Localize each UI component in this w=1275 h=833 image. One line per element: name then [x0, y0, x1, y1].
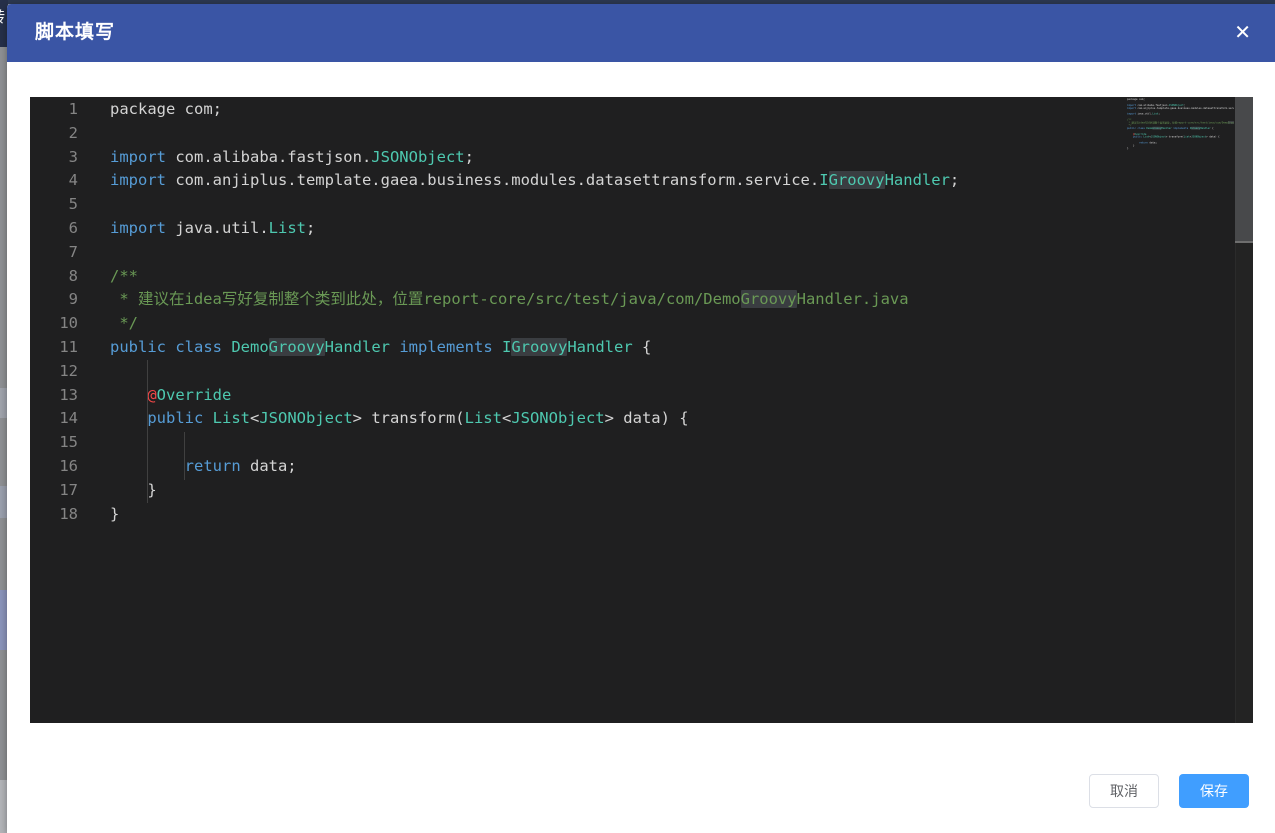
- line-number: 11: [30, 336, 78, 360]
- code-line-text: public class DemoGroovyHandler implement…: [110, 336, 651, 360]
- minimap-line: * 建议在idea写好复制整个类到此处，位置report-core/src/te…: [1127, 121, 1234, 124]
- line-number: 1: [30, 98, 78, 122]
- minimap-content: package com;import com.alibaba.fastjson.…: [1127, 98, 1234, 150]
- code-line-text: */: [110, 312, 138, 336]
- line-number: 6: [30, 217, 78, 241]
- code-line-text: @Override: [110, 384, 231, 408]
- code-line: 10 */: [30, 312, 1233, 336]
- code-line-text: package com;: [1127, 98, 1145, 101]
- minimap-line: public List<JSONObject> transform(List<J…: [1127, 135, 1234, 138]
- code-line: 3 import com.alibaba.fastjson.JSONObject;: [30, 146, 1233, 170]
- code-line-text: /**: [110, 265, 138, 289]
- line-number: 4: [30, 169, 78, 193]
- code-line: 14 public List<JSONObject> transform(Lis…: [30, 407, 1233, 431]
- line-number: 10: [30, 312, 78, 336]
- line-number: 14: [30, 407, 78, 431]
- line-number: 16: [30, 455, 78, 479]
- code-line-text: import com.anjiplus.template.gaea.busine…: [1127, 107, 1234, 110]
- code-editor[interactable]: 1 package com; 23 import com.alibaba.fastjs…: [30, 97, 1253, 723]
- code-line-text: * 建议在idea写好复制整个类到此处，位置report-core/src/te…: [1127, 121, 1234, 124]
- code-line: 6 import java.util.List;: [30, 217, 1233, 241]
- code-line-text: }: [1127, 147, 1128, 150]
- line-number: 13: [30, 384, 78, 408]
- line-number: 2: [30, 122, 78, 146]
- line-number: 3: [30, 146, 78, 170]
- indent-guide: [147, 360, 148, 503]
- line-number: 5: [30, 193, 78, 217]
- code-line: 8 /**: [30, 265, 1233, 289]
- code-line: 2: [30, 122, 1233, 146]
- scrollbar-thumb[interactable]: [1235, 97, 1253, 243]
- script-dialog: 脚本填写 ✕ 1 package com; 23 import com.alibaba…: [7, 4, 1275, 833]
- minimap-line: }: [1127, 147, 1234, 150]
- code-line: 18}: [30, 503, 1233, 527]
- line-number: 8: [30, 265, 78, 289]
- code-line-text: public List<JSONObject> transform(List<J…: [110, 407, 689, 431]
- code-line: 12: [30, 360, 1233, 384]
- cancel-button[interactable]: 取消: [1089, 774, 1159, 808]
- code-line: 16 return data;: [30, 455, 1233, 479]
- code-line: 4 import com.anjiplus.template.gaea.busin…: [30, 169, 1233, 193]
- code-line-text: import com.alibaba.fastjson.JSONObject;: [110, 146, 474, 170]
- save-button[interactable]: 保存: [1179, 774, 1249, 808]
- code-line-text: return data;: [110, 455, 297, 479]
- minimap[interactable]: package com;import com.alibaba.fastjson.…: [1127, 98, 1234, 718]
- code-line: 1 package com;: [30, 98, 1233, 122]
- editor-scrollbar[interactable]: [1235, 97, 1253, 723]
- minimap-line: import com.anjiplus.template.gaea.busine…: [1127, 107, 1234, 110]
- line-number: 7: [30, 241, 78, 265]
- code-line: 5: [30, 193, 1233, 217]
- line-number: 12: [30, 360, 78, 384]
- line-number: 17: [30, 479, 78, 503]
- code-line: 9 * 建议在idea写好复制整个类到此处，位置report-core/src/…: [30, 288, 1233, 312]
- screen: 转 脚本填写 ✕ 1 package com; 23 import com.aliba…: [0, 0, 1275, 833]
- code-line: 7: [30, 241, 1233, 265]
- line-number: 18: [30, 503, 78, 527]
- background-partial-text: 转: [0, 6, 5, 27]
- code-line-text: }: [110, 503, 119, 527]
- code-line-text: package com;: [110, 98, 222, 122]
- code-line: 13 @Override: [30, 384, 1233, 408]
- code-line-text: import com.anjiplus.template.gaea.busine…: [110, 169, 959, 193]
- dialog-title: 脚本填写: [35, 4, 115, 62]
- dialog-header: 脚本填写 ✕: [7, 4, 1275, 62]
- code-line: 11 public class DemoGroovyHandler impleme…: [30, 336, 1233, 360]
- code-line-text: public List<JSONObject> transform(List<J…: [1127, 135, 1220, 138]
- code-line-text: import java.util.List;: [1127, 112, 1160, 115]
- code-line-text: public class DemoGroovyHandler implement…: [1127, 127, 1214, 130]
- code-line-text: }: [110, 479, 157, 503]
- code-line-text: import java.util.List;: [110, 217, 315, 241]
- line-number: 9: [30, 288, 78, 312]
- indent-guide: [184, 432, 185, 480]
- close-icon[interactable]: ✕: [1234, 4, 1251, 62]
- code-line-text: * 建议在idea写好复制整个类到此处，位置report-core/src/te…: [110, 288, 909, 312]
- code-line: 17 }: [30, 479, 1233, 503]
- line-number: 15: [30, 431, 78, 455]
- code-line: 15: [30, 431, 1233, 455]
- code-area[interactable]: 1 package com; 23 import com.alibaba.fastjs…: [30, 98, 1233, 526]
- dialog-footer: 取消 保存: [1089, 774, 1249, 808]
